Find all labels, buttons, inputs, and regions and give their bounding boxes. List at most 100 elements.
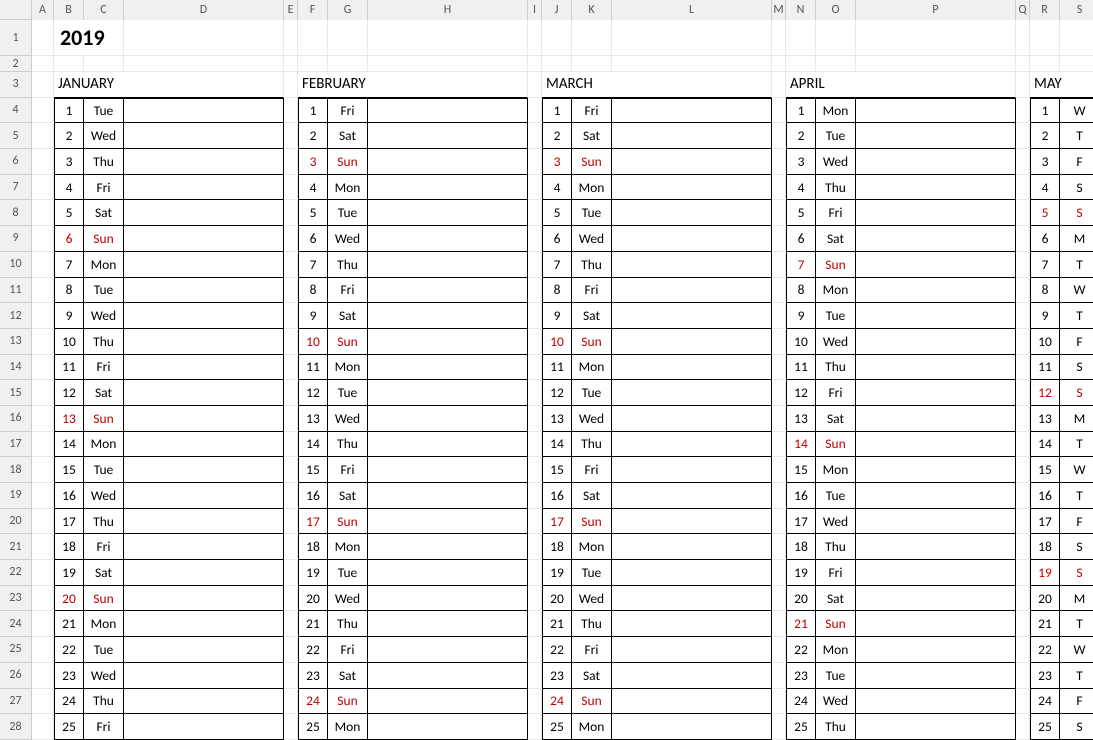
dayname-cell[interactable]: Tue	[572, 200, 612, 226]
date-cell[interactable]: 18	[1030, 534, 1060, 560]
date-cell[interactable]: 10	[1030, 329, 1060, 355]
cell[interactable]	[772, 175, 786, 201]
note-cell[interactable]	[124, 149, 284, 175]
cell[interactable]	[284, 457, 298, 483]
cell[interactable]	[32, 175, 54, 201]
cell[interactable]	[528, 611, 542, 637]
cell[interactable]	[816, 56, 856, 72]
dayname-cell[interactable]: T	[1060, 432, 1093, 458]
cell[interactable]	[32, 380, 54, 406]
col-header-H[interactable]: H	[368, 0, 528, 20]
cell[interactable]	[528, 20, 542, 56]
row-header-4[interactable]: 4	[0, 98, 31, 124]
cell[interactable]	[1016, 663, 1030, 689]
date-cell[interactable]: 13	[1030, 406, 1060, 432]
cell[interactable]	[772, 278, 786, 304]
cell[interactable]	[816, 20, 856, 56]
dayname-cell[interactable]: Mon	[328, 355, 368, 381]
dayname-cell[interactable]: Sun	[328, 689, 368, 715]
dayname-cell[interactable]: S	[1060, 714, 1093, 740]
date-cell[interactable]: 20	[1030, 586, 1060, 612]
row-header-21[interactable]: 21	[0, 534, 31, 560]
dayname-cell[interactable]: Thu	[816, 534, 856, 560]
cell[interactable]	[298, 20, 328, 56]
cell[interactable]	[1016, 714, 1030, 740]
col-header-O[interactable]: O	[816, 0, 856, 20]
cell[interactable]	[32, 637, 54, 663]
cell[interactable]	[1016, 226, 1030, 252]
dayname-cell[interactable]: W	[1060, 457, 1093, 483]
dayname-cell[interactable]: Wed	[572, 586, 612, 612]
date-cell[interactable]: 25	[1030, 714, 1060, 740]
date-cell[interactable]: 9	[542, 303, 572, 329]
date-cell[interactable]: 14	[54, 432, 84, 458]
date-cell[interactable]: 14	[1030, 432, 1060, 458]
dayname-cell[interactable]: Fri	[572, 278, 612, 304]
dayname-cell[interactable]: Tue	[816, 303, 856, 329]
dayname-cell[interactable]: Mon	[84, 611, 124, 637]
note-cell[interactable]	[124, 200, 284, 226]
cell[interactable]	[32, 200, 54, 226]
date-cell[interactable]: 6	[54, 226, 84, 252]
cell[interactable]	[528, 637, 542, 663]
note-cell[interactable]	[612, 252, 772, 278]
cell[interactable]	[284, 483, 298, 509]
dayname-cell[interactable]: Mon	[328, 175, 368, 201]
note-cell[interactable]	[612, 483, 772, 509]
dayname-cell[interactable]: Fri	[328, 457, 368, 483]
note-cell[interactable]	[124, 303, 284, 329]
note-cell[interactable]	[856, 200, 1016, 226]
note-cell[interactable]	[124, 432, 284, 458]
date-cell[interactable]: 17	[542, 509, 572, 535]
date-cell[interactable]: 20	[54, 586, 84, 612]
dayname-cell[interactable]: Wed	[328, 406, 368, 432]
date-cell[interactable]: 15	[54, 457, 84, 483]
cell[interactable]	[786, 20, 816, 56]
date-cell[interactable]: 2	[54, 123, 84, 149]
year-cell[interactable]: 2019	[54, 20, 124, 56]
cell[interactable]	[284, 509, 298, 535]
row-header-5[interactable]: 5	[0, 123, 31, 149]
cell[interactable]	[284, 560, 298, 586]
note-cell[interactable]	[368, 534, 528, 560]
month-name-may[interactable]: MAY	[1030, 72, 1093, 98]
date-cell[interactable]: 11	[54, 355, 84, 381]
note-cell[interactable]	[856, 406, 1016, 432]
cell[interactable]	[368, 20, 528, 56]
date-cell[interactable]: 17	[54, 509, 84, 535]
date-cell[interactable]: 16	[1030, 483, 1060, 509]
cell[interactable]	[32, 611, 54, 637]
cell[interactable]	[32, 714, 54, 740]
note-cell[interactable]	[368, 226, 528, 252]
note-cell[interactable]	[612, 226, 772, 252]
note-cell[interactable]	[124, 406, 284, 432]
date-cell[interactable]: 20	[298, 586, 328, 612]
dayname-cell[interactable]: Mon	[572, 714, 612, 740]
cell[interactable]	[772, 72, 786, 98]
cell[interactable]	[1016, 278, 1030, 304]
cell[interactable]	[772, 560, 786, 586]
note-cell[interactable]	[124, 278, 284, 304]
date-cell[interactable]: 12	[54, 380, 84, 406]
row-header-15[interactable]: 15	[0, 380, 31, 406]
dayname-cell[interactable]: S	[1060, 200, 1093, 226]
cell[interactable]	[772, 457, 786, 483]
cell[interactable]	[32, 586, 54, 612]
date-cell[interactable]: 18	[54, 534, 84, 560]
note-cell[interactable]	[612, 714, 772, 740]
dayname-cell[interactable]: Sat	[84, 200, 124, 226]
dayname-cell[interactable]: Fri	[84, 355, 124, 381]
cell[interactable]	[1016, 509, 1030, 535]
date-cell[interactable]: 5	[298, 200, 328, 226]
dayname-cell[interactable]: Sat	[84, 560, 124, 586]
note-cell[interactable]	[368, 637, 528, 663]
dayname-cell[interactable]: Wed	[328, 586, 368, 612]
cell[interactable]	[284, 689, 298, 715]
date-cell[interactable]: 15	[542, 457, 572, 483]
note-cell[interactable]	[368, 406, 528, 432]
cell[interactable]	[1016, 534, 1030, 560]
row-header-8[interactable]: 8	[0, 200, 31, 226]
note-cell[interactable]	[856, 252, 1016, 278]
date-cell[interactable]: 18	[786, 534, 816, 560]
dayname-cell[interactable]: Mon	[572, 175, 612, 201]
